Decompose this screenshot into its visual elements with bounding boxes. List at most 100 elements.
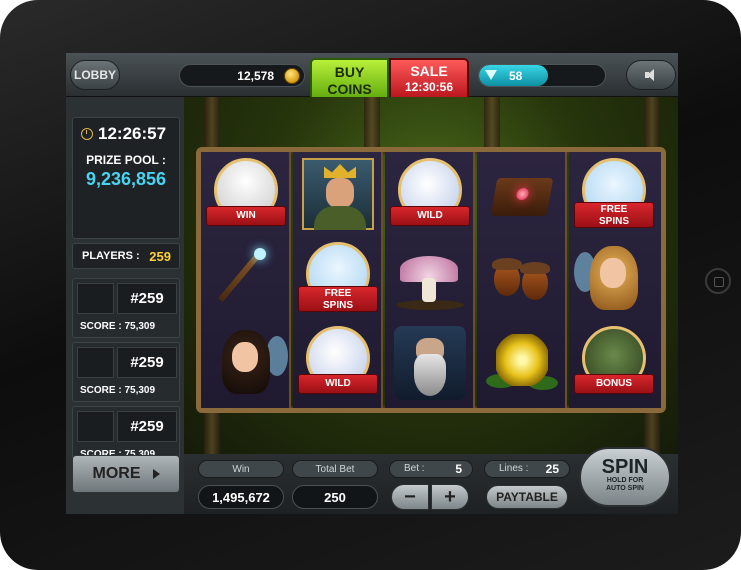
lines-display: Lines : 25 [484, 460, 570, 478]
coin-balance: 12,578 [179, 64, 305, 87]
acorn-symbol [482, 242, 562, 322]
magic-wand-symbol [206, 242, 286, 322]
bonus-ribbon: BONUS [574, 374, 654, 394]
coin-icon [284, 68, 300, 84]
fairy-portrait [210, 328, 288, 400]
crown-icon [324, 164, 356, 178]
avatar [77, 411, 114, 442]
avatar [77, 347, 114, 378]
body-icon [314, 206, 366, 230]
spins-label: SPINS [322, 300, 353, 311]
auto-spin-label: AUTO SPIN [606, 485, 644, 492]
golden-flower-symbol [482, 324, 562, 404]
decrease-bet-button[interactable]: − [391, 484, 429, 510]
face-icon [326, 178, 354, 208]
prize-pool-label: PRIZE POOL : [86, 153, 166, 167]
bet-value: 5 [455, 462, 462, 476]
free-label: FREE [324, 288, 352, 299]
moon-free-spins-symbol: FREE SPINS [298, 240, 378, 320]
unicorn-wild-symbol: WILD [298, 324, 378, 404]
total-bet-value: 250 [292, 485, 378, 509]
players-value: 259 [149, 249, 171, 264]
rank-card[interactable]: #259 SCORE : 75,309 [72, 278, 180, 338]
prize-pool-box: 12:26:57 PRIZE POOL : 9,236,856 [72, 117, 180, 239]
reel-3: WILD [385, 152, 475, 408]
clock-icon [81, 128, 93, 140]
tree-spirit-bonus-symbol: BONUS [574, 324, 654, 404]
blonde-fairy-symbol [574, 240, 654, 320]
players-count: PLAYERS : 259 [72, 243, 180, 269]
reel-4 [477, 152, 567, 408]
gem-balance-value: 58 [509, 69, 523, 83]
rank-card[interactable]: #259 SCORE : 75,309 [72, 342, 180, 402]
win-label: Win [198, 460, 284, 478]
reel-2: FREE SPINS WILD [293, 152, 383, 408]
fairy-portrait [574, 244, 650, 316]
king-symbol [298, 156, 378, 236]
wizard-portrait [394, 326, 466, 400]
prize-pool-value: 9,236,856 [85, 169, 167, 189]
free-spins-ribbon: FREE SPINS [574, 202, 654, 228]
lobby-button[interactable]: LOBBY [70, 60, 120, 90]
win-value: 1,495,672 [198, 485, 284, 509]
coin-balance-value: 12,578 [237, 69, 274, 83]
book-icon [490, 178, 554, 216]
increase-bet-button[interactable]: + [431, 484, 469, 510]
spins-label: SPINS [598, 216, 629, 227]
play-arrow-icon [152, 469, 160, 479]
rank-number: #259 [117, 411, 177, 442]
wild-ribbon: WILD [298, 374, 378, 394]
home-button[interactable] [705, 268, 731, 294]
buy-coins-button[interactable]: BUY COINS [310, 58, 389, 102]
dark-fairy-symbol [206, 324, 288, 404]
unicorn-wild-symbol: WILD [390, 156, 470, 236]
reel-frame: WIN FREE SPINS WILD WILD FREE SPINS BONU… [196, 147, 666, 413]
reel-1: WIN [201, 152, 291, 408]
buy-label: BUY [334, 64, 365, 80]
reel-5: FREE SPINS BONUS [569, 152, 661, 408]
star-icon [254, 248, 266, 260]
win-ribbon: WIN [206, 206, 286, 226]
more-label: MORE [92, 465, 141, 482]
coins-label: COINS [327, 81, 372, 97]
mushroom-symbol [390, 242, 470, 322]
sale-timer: 12:30:56 [404, 80, 454, 94]
rank-number: #259 [117, 347, 177, 378]
tournament-timer: 12:26:57 [81, 124, 166, 144]
gem-icon [485, 70, 497, 80]
beard-icon [414, 354, 446, 396]
total-bet-label: Total Bet [292, 460, 378, 478]
free-spins-ribbon: FREE SPINS [298, 286, 378, 312]
more-button[interactable]: MORE [72, 455, 180, 493]
sale-label: SALE [410, 63, 448, 79]
speaker-icon [645, 69, 657, 81]
acorn-icon [492, 258, 522, 296]
lines-label: Lines : [499, 463, 529, 474]
rank-score: SCORE : 75,309 [80, 385, 156, 396]
gem-balance: 58 [478, 64, 606, 87]
players-label: PLAYERS : [82, 250, 140, 262]
bet-controls-bar: Win 1,495,672 Total Bet 250 Bet : 5 − + … [184, 447, 678, 514]
king-portrait [302, 158, 374, 230]
owl-wild-win-symbol: WIN [206, 156, 286, 236]
acorn-icon [520, 262, 550, 300]
rank-score: SCORE : 75,309 [80, 321, 156, 332]
moon-free-spins-symbol: FREE SPINS [574, 156, 654, 236]
bet-display: Bet : 5 [389, 460, 473, 478]
spin-button[interactable]: SPIN HOLD FOR AUTO SPIN [579, 447, 671, 507]
paytable-button[interactable]: PAYTABLE [486, 485, 568, 509]
flower-icon [496, 334, 548, 386]
top-bar: LOBBY 12,578 BUY COINS SALE 12:30:56 58 [66, 53, 678, 102]
sound-button[interactable] [626, 60, 676, 90]
bet-label: Bet : [404, 463, 425, 474]
timer-value: 12:26:57 [98, 124, 167, 143]
tournament-panel: 12:26:57 PRIZE POOL : 9,236,856 PLAYERS … [66, 97, 184, 514]
free-label: FREE [600, 204, 628, 215]
mushroom-stem-icon [422, 278, 436, 302]
lines-value: 25 [545, 462, 559, 476]
avatar [77, 283, 114, 314]
wand-icon [218, 252, 262, 302]
face-icon [232, 342, 258, 372]
hold-for-label: HOLD FOR [606, 477, 644, 484]
sale-button[interactable]: SALE 12:30:56 [389, 58, 469, 102]
